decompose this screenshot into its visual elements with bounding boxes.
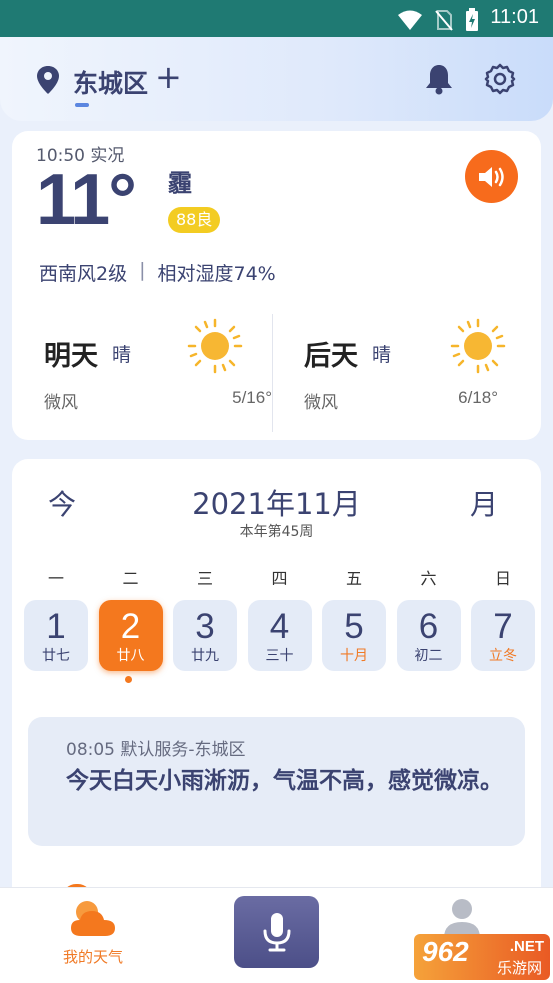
day-number: 5: [344, 607, 364, 646]
day-cell[interactable]: 4 三十: [247, 600, 312, 671]
current-weather-card[interactable]: 10:50 实况 11° 霾 88良 西南风2级 | 相对湿度74% 明天 晴: [12, 131, 541, 440]
forecast-condition: 晴: [112, 344, 132, 366]
humidity-text: 相对湿度74%: [157, 263, 276, 285]
weekday-label: 日: [494, 569, 511, 588]
forecast-temp-range: 6/18°: [458, 388, 498, 407]
day-cell[interactable]: 3 廿九: [173, 600, 237, 671]
weekday-label: 五: [345, 569, 362, 588]
weekday-label: 二: [122, 569, 139, 588]
location-name[interactable]: 东城区: [73, 64, 148, 100]
day-number: 3: [195, 607, 215, 646]
calendar-card: 今 2021年11月 本年第45周 月 一 二 三 四 五 六 日 1 廿七 2…: [12, 459, 541, 899]
forecast-wind: 微风: [304, 393, 338, 413]
watermark-site: 乐游网: [496, 959, 542, 977]
voice-input-button[interactable]: [234, 896, 319, 968]
battery-charging-icon: [466, 8, 478, 31]
forecast-divider: [272, 314, 273, 432]
day-cell[interactable]: 7 立冬: [471, 600, 535, 671]
weekday-label: 三: [196, 569, 213, 588]
day-cell-selected[interactable]: 2 廿八: [98, 600, 163, 671]
nav-my-weather-label: 我的天气: [62, 948, 123, 966]
sun-icon: [450, 318, 506, 374]
wind-text: 西南风2级: [39, 263, 128, 285]
watermark-brand: 962: [422, 936, 469, 967]
forecast-day-after[interactable]: 后天 晴 微风 6/18°: [302, 306, 532, 416]
watermark-suffix: .NET: [509, 938, 544, 955]
day-number: 7: [493, 607, 513, 646]
wind-humidity-row: 西南风2级 | 相对湿度74%: [39, 259, 276, 286]
calendar-month-title[interactable]: 2021年11月: [12, 481, 541, 523]
day-number: 2: [120, 607, 141, 646]
separator: |: [139, 259, 146, 281]
day-cell[interactable]: 6 初二: [396, 600, 461, 671]
forecast-condition: 晴: [372, 344, 392, 366]
location-page-indicator: [75, 103, 89, 107]
app-header: 东城区 +: [0, 37, 553, 121]
selected-day-dot: [125, 676, 132, 683]
day-number: 4: [269, 607, 290, 646]
weekday-label: 一: [47, 569, 64, 588]
lunar-date: 初二: [414, 648, 443, 664]
cloud-sun-icon: [71, 901, 115, 936]
sun-icon: [187, 318, 243, 374]
gear-icon[interactable]: [484, 63, 516, 95]
location-pin-icon[interactable]: [36, 65, 60, 95]
weather-note-card[interactable]: 08:05 默认服务-东城区 今天白天小雨淅沥，气温不高，感觉微凉。: [28, 717, 525, 846]
note-text: 今天白天小雨淅沥，气温不高，感觉微凉。: [66, 768, 503, 794]
week-of-year: 本年第45周: [239, 524, 314, 540]
bottom-nav: 我的天气 962 .NET 乐游网: [0, 887, 553, 983]
lunar-date: 三十: [265, 648, 294, 664]
note-meta: 08:05 默认服务-东城区: [66, 740, 246, 760]
forecast-day-label: 明天: [44, 341, 98, 372]
forecast-day-label: 后天: [304, 341, 358, 372]
profile-icon[interactable]: [442, 898, 482, 938]
status-time: 11:01: [490, 6, 539, 28]
weekday-header: 一 二 三 四 五 六 日: [24, 565, 535, 589]
lunar-date: 廿八: [116, 648, 145, 664]
site-watermark-logo: 962 .NET 乐游网: [414, 934, 550, 980]
wifi-icon: [398, 10, 422, 30]
day-number: 1: [46, 607, 66, 646]
forecast-tomorrow[interactable]: 明天 晴 微风 5/16°: [42, 306, 272, 416]
lunar-date: 立冬: [489, 648, 517, 664]
current-condition: 霾: [168, 169, 192, 197]
status-bar: 11:01: [0, 0, 553, 37]
nav-my-weather[interactable]: 我的天气: [58, 898, 128, 967]
status-icons: [397, 8, 479, 32]
weekday-label: 六: [420, 569, 437, 588]
lunar-date: 廿九: [191, 648, 219, 664]
voice-broadcast-button[interactable]: [465, 150, 518, 203]
current-temperature: 11°: [36, 160, 137, 240]
day-number: 6: [418, 607, 439, 646]
microphone-icon: [263, 913, 290, 952]
add-location-button[interactable]: +: [155, 61, 182, 93]
lunar-date: 廿七: [42, 648, 70, 664]
lunar-date: 十月: [340, 648, 368, 664]
forecast-temp-range: 5/16°: [232, 388, 272, 407]
forecast-wind: 微风: [44, 393, 78, 413]
no-sim-icon: [435, 10, 453, 31]
speaker-icon: [478, 166, 504, 187]
day-cell[interactable]: 5 十月: [322, 600, 386, 671]
month-view-button[interactable]: 月: [470, 483, 498, 523]
bell-icon[interactable]: [424, 63, 454, 95]
aqi-badge[interactable]: 88良: [168, 207, 221, 233]
day-cell[interactable]: 1 廿七: [24, 600, 88, 671]
week-days-row: 1 廿七 2 廿八 3 廿九 4 三十 5 十月 6 初二 7 立冬: [24, 600, 535, 671]
weekday-label: 四: [271, 569, 288, 588]
